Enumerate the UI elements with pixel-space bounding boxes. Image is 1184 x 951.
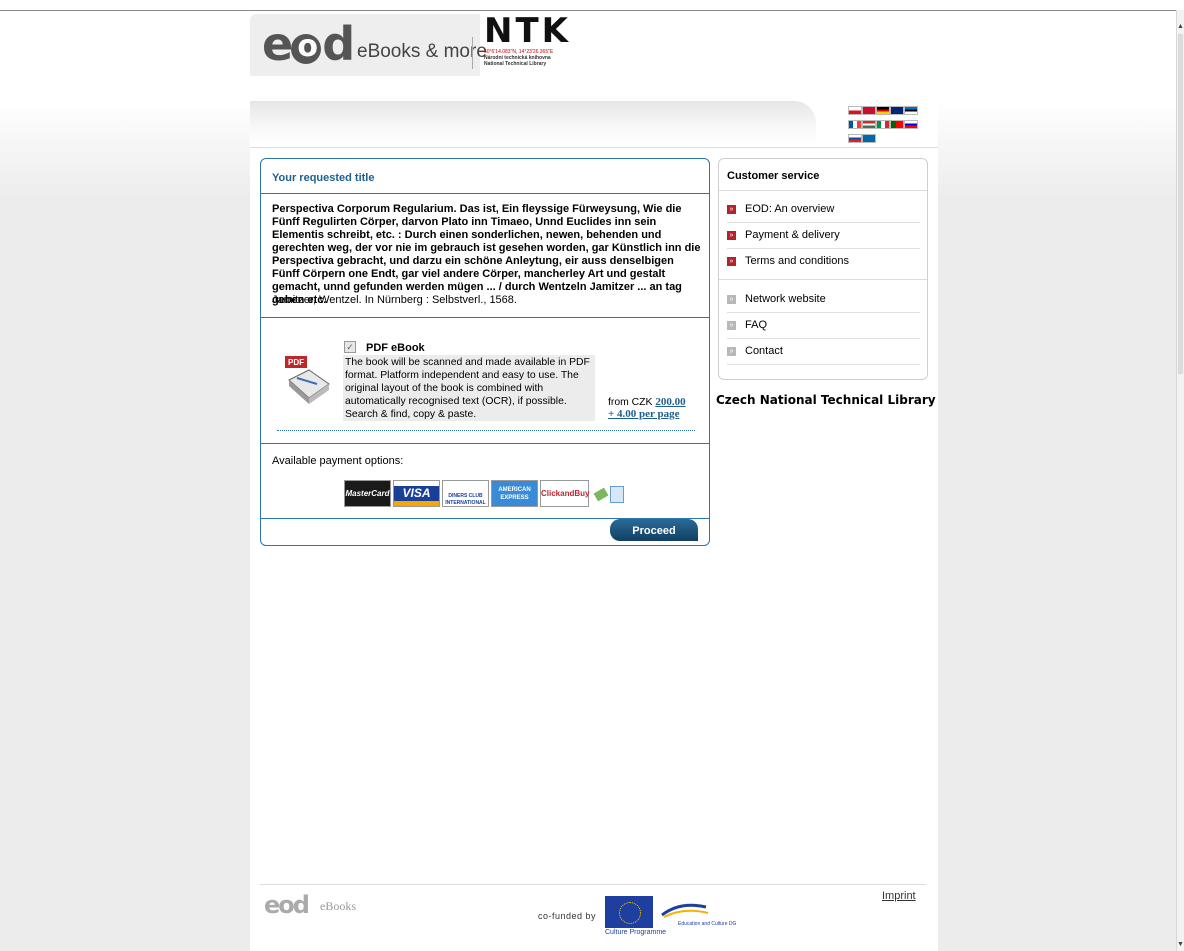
eod-logo[interactable]: eod (262, 21, 355, 67)
customer-service-title: Customer service (727, 170, 820, 182)
chevron-right-icon: » (727, 321, 736, 330)
cofunded-text: co-funded by (538, 911, 597, 921)
pdf-book-icon: PDF (283, 354, 333, 406)
document-icon (610, 486, 624, 503)
education-culture-text: Education and Culture DG (678, 921, 737, 927)
price-prefix: from CZK (608, 397, 653, 408)
visa-logo: VISA (393, 480, 440, 507)
flag-swedish-icon[interactable] (862, 134, 876, 143)
service-link-label: Payment & delivery (745, 229, 840, 241)
imprint-link[interactable]: Imprint (882, 890, 916, 902)
pdf-icon-label: PDF (288, 358, 304, 367)
proceed-button[interactable]: Proceed (610, 519, 698, 541)
dotted-divider (277, 430, 695, 431)
library-name-heading: Czech National Technical Library (716, 393, 936, 407)
ntk-logo-text: NTK (484, 11, 571, 51)
chevron-right-icon: » (727, 205, 736, 214)
pdf-ebook-checkbox[interactable]: ✓ (344, 341, 356, 353)
flag-german-icon[interactable] (876, 106, 890, 115)
education-culture-logo-icon (660, 897, 710, 921)
service-link-label: Network website (745, 293, 826, 305)
culture-programme-text: Culture Programme (605, 929, 667, 936)
flag-danish-icon[interactable] (862, 106, 876, 115)
service-link-label: FAQ (745, 319, 768, 331)
payment-options-label: Available payment options: (272, 455, 404, 467)
flag-slovak-icon[interactable] (848, 134, 862, 143)
chevron-right-icon: » (727, 231, 736, 240)
service-link-label: Contact (745, 345, 783, 357)
footer-eod-logo[interactable]: eod (264, 891, 310, 919)
service-link-terms[interactable]: » Terms and conditions (727, 249, 920, 274)
customer-service-panel: Customer service » EOD: An overview » Pa… (718, 158, 928, 380)
price-link[interactable]: 200.00 (655, 396, 685, 408)
ntk-name-en: National Technical Library (484, 61, 547, 67)
flag-english-icon[interactable] (890, 106, 904, 115)
vertical-scrollbar[interactable]: ▲ ▼ (1176, 10, 1184, 951)
flag-estonian-icon[interactable] (904, 106, 918, 115)
service-link-overview[interactable]: » EOD: An overview (727, 197, 920, 223)
divider (719, 190, 927, 191)
flag-czech-icon[interactable] (848, 106, 862, 115)
price-per-page[interactable]: + 4.00 per page (608, 408, 679, 420)
flag-hungarian-icon[interactable] (862, 120, 876, 129)
mastercard-logo: MasterCard (344, 480, 391, 507)
divider (261, 193, 709, 194)
pdf-ebook-description: The book will be scanned and made availa… (343, 355, 595, 421)
voucher-icon (593, 487, 609, 502)
service-link-contact[interactable]: » Contact (727, 339, 920, 365)
eu-flag-icon (605, 896, 653, 928)
clickandbuy-logo: ClickandBuy (540, 480, 589, 507)
language-selector (848, 106, 940, 148)
header-banner (250, 101, 816, 145)
scroll-up-icon[interactable]: ▲ (1177, 22, 1184, 31)
flag-italian-icon[interactable] (876, 120, 890, 129)
service-link-network-website[interactable]: » Network website (727, 287, 920, 313)
chevron-right-icon: » (727, 257, 736, 266)
header-divider (250, 147, 938, 148)
scroll-down-icon[interactable]: ▼ (1177, 940, 1184, 949)
footer-divider (260, 884, 926, 885)
tagline: eBooks & more (357, 41, 487, 62)
book-author: Jamitzer, Wentzel. In Nürnberg : Selbstv… (272, 294, 517, 306)
flag-portuguese-icon[interactable] (890, 120, 904, 129)
service-link-faq[interactable]: » FAQ (727, 313, 920, 339)
requested-title-panel: Your requested title Perspectiva Corporu… (260, 158, 710, 546)
divider (719, 279, 927, 280)
service-link-label: EOD: An overview (745, 203, 835, 215)
service-link-payment-delivery[interactable]: » Payment & delivery (727, 223, 920, 249)
ntk-logo[interactable]: NTK 50°6'14.083"N, 14°23'26.365"E Národn… (484, 13, 571, 67)
pdf-ebook-label: PDF eBook (366, 342, 425, 354)
divider (261, 317, 709, 318)
price-per-page-link[interactable]: + 4.00 per page (608, 408, 679, 420)
book-title: Perspectiva Corporum Regularium. Das ist… (272, 203, 701, 306)
scrollbar-thumb[interactable] (1178, 34, 1183, 374)
service-link-label: Terms and conditions (745, 255, 849, 267)
divider (261, 443, 709, 444)
flag-french-icon[interactable] (848, 120, 862, 129)
flag-slovenian-icon[interactable] (904, 120, 918, 129)
header-separator (472, 37, 473, 69)
page-container: eod eBooks & more NTK 50°6'14.083"N, 14°… (250, 11, 938, 951)
price-info: from CZK 200.00 (608, 396, 686, 408)
section-title: Your requested title (272, 172, 375, 184)
chevron-right-icon: » (727, 295, 736, 304)
chevron-right-icon: » (727, 347, 736, 356)
footer-ebooks-text: eBooks (320, 899, 356, 913)
diners-club-logo: DINERS CLUB INTERNATIONAL (442, 480, 489, 507)
american-express-logo: AMERICAN EXPRESS (491, 480, 538, 507)
